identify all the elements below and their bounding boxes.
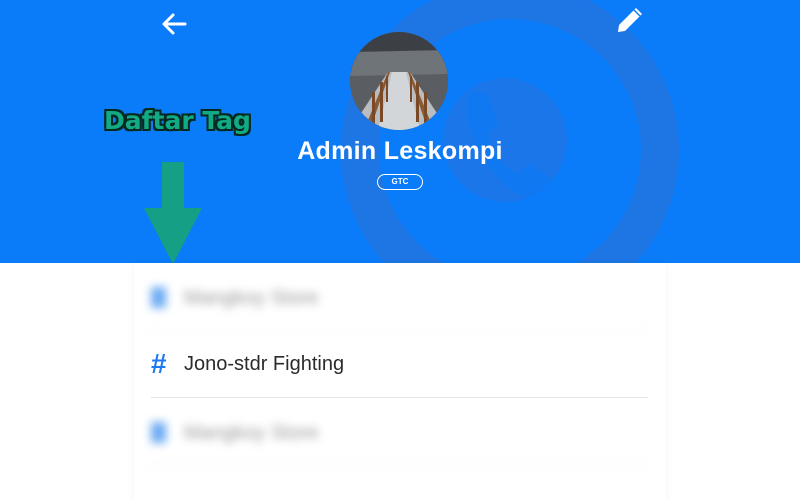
tag-label: Mangkoy Store [184,287,319,309]
arrow-left-icon [162,13,187,35]
tag-item[interactable]: # Jono-stdr Fighting [151,331,648,398]
annotation-arrow-icon [144,162,202,263]
profile-header: Admin Leskompi GTC Daftar Tag [0,0,800,263]
boardwalk-photo [350,32,448,130]
edit-profile-button[interactable] [612,2,648,38]
annotation-label: Daftar Tag [104,106,251,135]
back-button[interactable] [158,8,190,40]
avatar[interactable] [350,32,448,130]
tag-item[interactable]: Mangkoy Store [151,265,648,332]
hashtag-icon [151,422,166,443]
hashtag-icon: # [151,348,167,379]
hashtag-icon [151,287,166,308]
tag-item[interactable]: Mangkoy Store [151,400,648,467]
tag-label: Jono-stdr Fighting [184,353,345,375]
status-badge: GTC [377,174,423,190]
tag-label: Mangkoy Store [184,422,319,444]
pencil-icon [618,8,642,32]
profile-name: Admin Leskompi [297,137,503,165]
